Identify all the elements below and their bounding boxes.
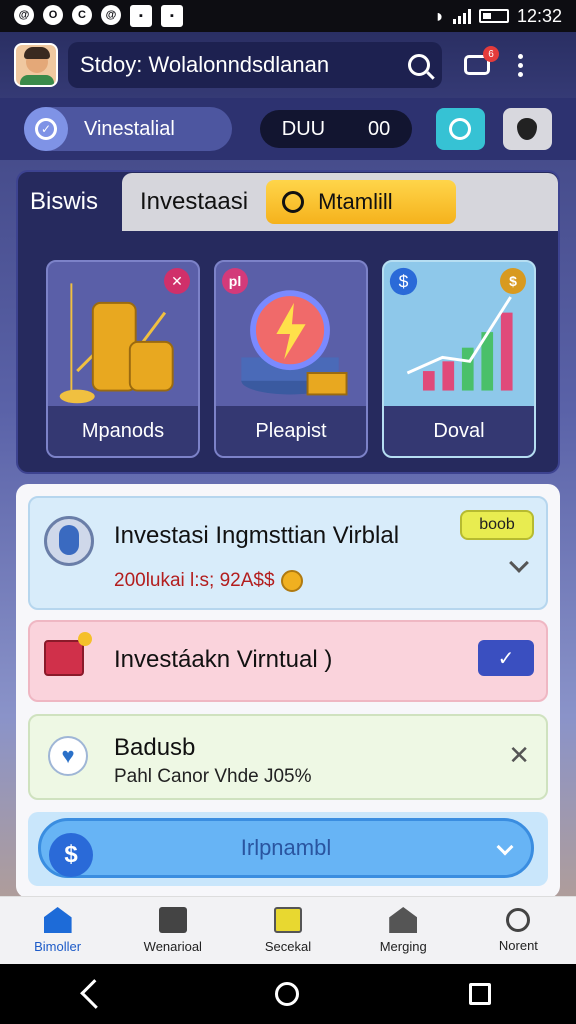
tab-biswis[interactable]: Biswis (18, 172, 122, 232)
nav-item-norent[interactable]: Norent (461, 897, 576, 964)
app-icon: O (43, 5, 63, 25)
list-item-title: Badusb (114, 734, 196, 761)
battery-icon (478, 9, 509, 23)
bottom-navigation: Bimoller Wenarioal Secekal Merging Noren… (0, 896, 576, 964)
app-icon: C (72, 5, 92, 25)
status-bar: @ O C @ ▪ ▪ ◗ 12:32 (0, 0, 576, 32)
app-header: Stdoy: Wolalonndsdlanan 6 (0, 32, 576, 98)
avatar[interactable] (14, 43, 58, 87)
primary-action-label: Irlpnambl (240, 835, 332, 860)
shield-button[interactable] (502, 108, 552, 150)
nav-label: Wenarioal (143, 939, 202, 954)
tab-bar: Biswis Investaasi Mtamlill (18, 172, 558, 232)
notification-icons: @ O C @ ▪ ▪ (14, 5, 183, 27)
notification-badge: 6 (483, 46, 499, 62)
chevron-down-icon (496, 838, 514, 856)
status-pill-label: Vinestalial (84, 117, 175, 140)
card-badge: $ (500, 268, 526, 294)
shield-icon (517, 118, 538, 140)
user-icon (44, 516, 94, 566)
list-item-subtitle: 200lukai l:s; 92A$$ (114, 570, 303, 592)
nav-label: Secekal (264, 939, 312, 954)
checklist-icon (274, 907, 302, 933)
clock-icon (449, 118, 472, 140)
card-label: Mpanods (48, 406, 198, 456)
profile-icon (506, 908, 531, 932)
list-item-action: $ Irlpnambl (28, 812, 548, 886)
tag-badge[interactable]: boob (460, 510, 534, 540)
back-icon[interactable] (80, 979, 110, 1009)
nav-label: Norent (498, 938, 538, 953)
document-icon (158, 907, 187, 933)
card-label: Pleapist (216, 406, 366, 456)
card-label: Doval (384, 406, 534, 456)
notification-icon[interactable]: 6 (464, 46, 499, 75)
toolbar: ✓ Vinestalial DUU 00 (0, 98, 576, 160)
system-navigation (0, 964, 576, 1024)
clock: 12:32 (516, 5, 562, 26)
list-item-virtual[interactable]: Investáakn Virntual ) ✓ (28, 620, 548, 702)
tab-strip: Investaasi Mtamlill (122, 173, 558, 231)
nav-item-secekal[interactable]: Secekal (230, 897, 345, 964)
list-item-subtitle: Pahl Canor Vhde J05% (114, 766, 312, 787)
search-icon[interactable] (408, 54, 430, 76)
list-item-title: Investáakn Virntual ) (114, 646, 333, 673)
tab-mtamlill[interactable]: Mtamlill (266, 180, 457, 224)
app-icon: ▪ (130, 5, 152, 27)
home-circle-icon[interactable] (275, 982, 299, 1006)
clock-icon (282, 191, 305, 213)
card-pleapist[interactable]: pl Pleapist (214, 260, 368, 458)
close-icon[interactable]: ✕ (508, 740, 530, 771)
card-doval[interactable]: $ $ Doval (382, 260, 536, 458)
counter-right: 00 (368, 117, 391, 140)
card-badge: ✕ (164, 268, 190, 294)
coin-icon (280, 570, 303, 592)
shield-heart-icon: ♥ (48, 736, 88, 776)
status-pill[interactable]: ✓ Vinestalial (24, 107, 233, 151)
recents-icon[interactable] (469, 983, 491, 1005)
nav-label: Bimoller (34, 939, 82, 954)
investment-list: Investasi Ingmsttian Virblal 200lukai l:… (16, 484, 560, 898)
wifi-icon: ◗ (434, 5, 445, 26)
check-icon: ✓ (24, 107, 68, 151)
home-icon (43, 907, 72, 933)
chevron-down-icon[interactable] (509, 553, 529, 573)
counter-left: DUU (281, 117, 326, 140)
nav-item-merging[interactable]: Merging (346, 897, 461, 964)
primary-action-button[interactable]: $ Irlpnambl (38, 818, 534, 878)
investment-panel: Biswis Investaasi Mtamlill ✕ Mpanods pl … (16, 170, 560, 474)
card-badge: pl (222, 268, 248, 294)
confirm-button[interactable]: ✓ (478, 640, 534, 676)
list-item-title: Investasi Ingmsttian Virblal (114, 522, 400, 549)
card-mpanods[interactable]: ✕ Mpanods (46, 260, 200, 458)
app-icon: @ (101, 5, 121, 25)
list-item-badusb[interactable]: ♥ Badusb Pahl Canor Vhde J05% ✕ (28, 714, 548, 800)
more-menu-icon[interactable] (518, 53, 523, 77)
tab-investaasi[interactable]: Investaasi (140, 188, 248, 216)
timer-button[interactable] (435, 108, 485, 150)
app-icon: @ (14, 5, 34, 25)
svg-text:$: $ (399, 271, 409, 291)
search-bar[interactable]: Stdoy: Wolalonndsdlanan (68, 42, 442, 88)
nav-item-home[interactable]: Bimoller (0, 897, 115, 964)
tab-mtamlill-label: Mtamlill (318, 189, 393, 214)
counter-display: DUU 00 (260, 110, 412, 148)
list-item-investasi[interactable]: Investasi Ingmsttian Virblal 200lukai l:… (28, 496, 548, 610)
wallet-icon (44, 632, 92, 676)
card-row: ✕ Mpanods pl Pleapist $ $ Doval (18, 232, 558, 458)
nav-item-wenarioal[interactable]: Wenarioal (115, 897, 230, 964)
app-icon: ▪ (161, 5, 183, 27)
signal-icon (452, 8, 471, 24)
nav-label: Merging (379, 939, 427, 954)
house-icon (389, 907, 418, 933)
dollar-icon: $ (49, 833, 93, 877)
search-text: Stdoy: Wolalonndsdlanan (80, 52, 330, 77)
